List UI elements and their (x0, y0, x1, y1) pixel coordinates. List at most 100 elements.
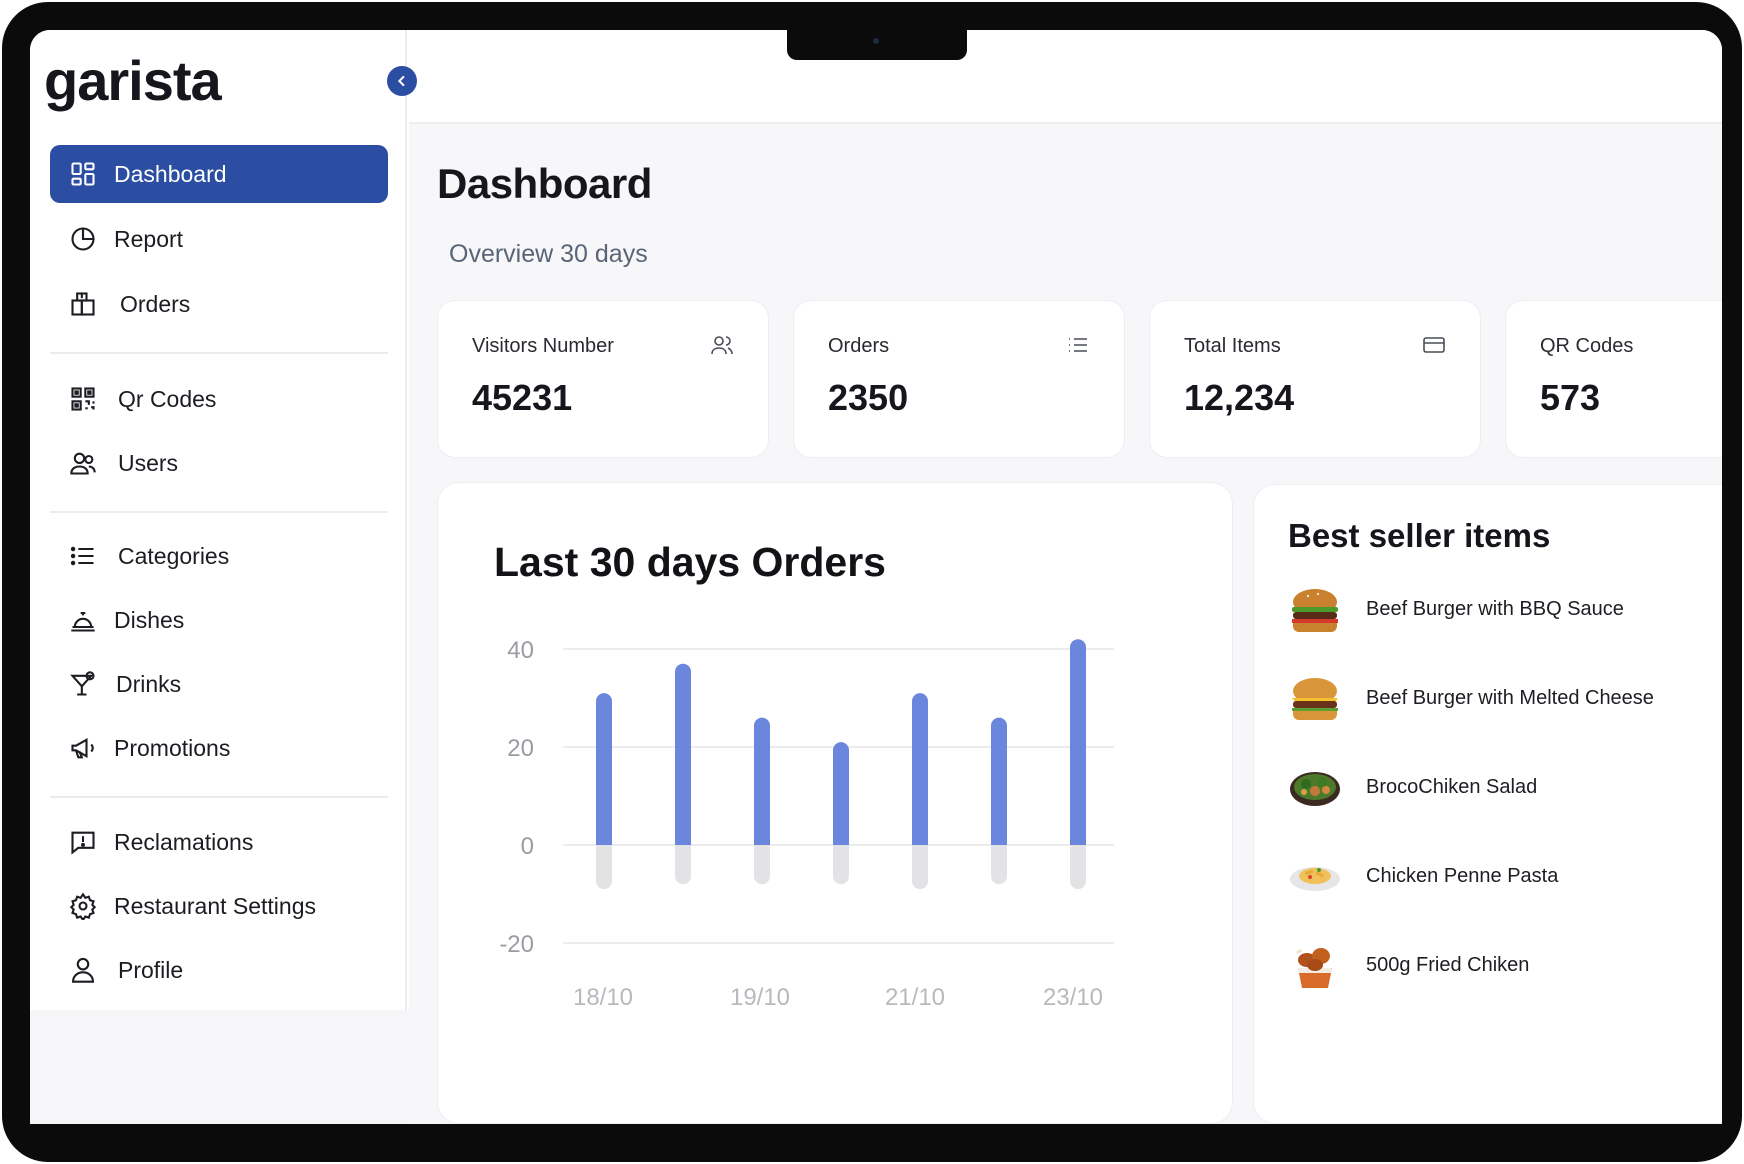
salad-image (1288, 760, 1342, 814)
sidebar-item-categories[interactable]: Categories (50, 527, 388, 585)
sidebar-item-label: Promotions (114, 734, 231, 761)
x-tick-label: 21/10 (885, 984, 945, 1011)
best-sellers-card: Best seller items Beef Burger with BBQ S… (1253, 484, 1722, 1124)
orders-chart-card: Last 30 days Orders 40 20 0 -20 18/10 19/10 21… (437, 482, 1233, 1124)
sidebar-item-promotions[interactable]: Promotions (50, 719, 388, 777)
bar-base (596, 845, 612, 853)
bar-base (675, 845, 691, 853)
sidebar-item-label: Orders (120, 290, 191, 317)
sidebar-item-dashboard[interactable]: Dashboard (50, 145, 388, 203)
orders-bar-chart: 40 20 0 -20 18/10 19/10 21/10 23/10 (499, 637, 1114, 1011)
best-seller-item[interactable]: Beef Burger with Melted Cheese (1288, 668, 1654, 728)
x-tick-label: 19/10 (730, 984, 790, 1011)
x-tick-label: 23/10 (1043, 984, 1103, 1011)
y-tick-label: 20 (507, 735, 534, 762)
orders-bar (675, 663, 691, 845)
orders-bar (1070, 639, 1086, 845)
grid-icon (68, 159, 98, 189)
gear-icon (68, 891, 98, 921)
best-seller-name: Chicken Penne Pasta (1366, 864, 1559, 887)
cocktail-icon (68, 669, 98, 699)
top-bar (409, 30, 1722, 124)
list-icon (68, 541, 98, 571)
best-seller-name: Beef Burger with Melted Cheese (1366, 686, 1654, 709)
stat-label: Visitors Number (472, 335, 614, 357)
sidebar-item-profile[interactable]: Profile (50, 941, 388, 999)
best-seller-item[interactable]: Chicken Penne Pasta (1288, 846, 1558, 906)
bar-base (754, 837, 770, 845)
y-tick-label: 0 (521, 833, 534, 860)
bar-base (991, 845, 1007, 853)
qr-code-icon (68, 384, 98, 414)
stat-card-visitors[interactable]: Visitors Number 45231 (437, 300, 769, 458)
best-seller-item[interactable]: 500g Fried Chiken (1288, 935, 1529, 995)
sidebar-item-reclamations[interactable]: Reclamations (50, 813, 388, 871)
stat-value: 2350 (828, 377, 909, 418)
list-icon (1066, 333, 1092, 359)
stat-card-qr-codes[interactable]: QR Codes 573 (1505, 300, 1722, 458)
best-seller-name: BrocoChiken Salad (1366, 775, 1538, 798)
device-frame: garista Dashboard Report Orders Qr Codes… (2, 2, 1742, 1162)
sidebar-item-label: Report (114, 225, 184, 252)
sidebar-item-drinks[interactable]: Drinks (50, 655, 388, 713)
sidebar-item-orders[interactable]: Orders (50, 275, 388, 333)
pasta-image (1288, 849, 1342, 903)
bar-base (596, 837, 612, 845)
users-icon (710, 333, 736, 359)
sidebar-item-dishes[interactable]: Dishes (50, 591, 388, 649)
orders-bar (912, 693, 928, 845)
pie-chart-icon (68, 224, 98, 254)
stat-value: 12,234 (1184, 377, 1295, 418)
sidebar-item-label: Dishes (114, 606, 185, 633)
sidebar-footer-area (30, 1010, 409, 1124)
stat-label: Orders (828, 335, 890, 357)
best-seller-item[interactable]: BrocoChiken Salad (1288, 757, 1537, 817)
page-title: Dashboard (437, 160, 652, 207)
bar-base (833, 845, 849, 853)
camera-notch (787, 30, 967, 60)
chevron-left-icon (397, 75, 405, 87)
stat-value: 573 (1540, 377, 1601, 418)
sidebar-divider (50, 511, 388, 513)
megaphone-icon (68, 733, 98, 763)
best-seller-item[interactable]: Beef Burger with BBQ Sauce (1288, 579, 1624, 639)
best-seller-name: 500g Fried Chiken (1366, 953, 1530, 976)
stat-label: QR Codes (1540, 335, 1634, 357)
bar-base (754, 845, 770, 853)
screen: garista Dashboard Report Orders Qr Codes… (30, 30, 1722, 1124)
orders-bar (991, 717, 1007, 845)
sidebar-item-label: Restaurant Settings (114, 892, 317, 919)
sidebar-item-label: Qr Codes (118, 385, 217, 412)
y-tick-label: -20 (499, 931, 534, 958)
orders-bar (833, 742, 849, 845)
sidebar-item-label: Drinks (116, 670, 182, 697)
sidebar-item-report[interactable]: Report (50, 210, 388, 268)
stat-card-orders[interactable]: Orders 2350 (793, 300, 1125, 458)
cloche-icon (68, 605, 98, 635)
bar-base (991, 837, 1007, 845)
sidebar-item-label: Categories (118, 542, 230, 569)
fried-chicken-image (1288, 938, 1342, 992)
package-icon (68, 289, 98, 319)
bar-base (1070, 837, 1086, 845)
stat-label: Total Items (1184, 335, 1281, 357)
burger-bbq-image (1288, 582, 1342, 636)
orders-bar (754, 717, 770, 845)
sidebar-item-label: Users (118, 449, 179, 476)
sidebar-item-restaurant-settings[interactable]: Restaurant Settings (50, 877, 388, 935)
message-alert-icon (68, 827, 98, 857)
stat-card-total-items[interactable]: Total Items 12,234 (1149, 300, 1481, 458)
sidebar-item-label: Dashboard (114, 160, 227, 187)
stat-value: 45231 (472, 377, 573, 418)
bar-base (1070, 845, 1086, 853)
user-icon (68, 955, 98, 985)
bar-base (912, 837, 928, 845)
page-subtitle: Overview 30 days (449, 240, 648, 268)
collapse-sidebar-button[interactable] (387, 66, 417, 96)
bar-base (912, 845, 928, 853)
sidebar-item-qr-codes[interactable]: Qr Codes (50, 370, 388, 428)
sidebar-item-users[interactable]: Users (50, 434, 388, 492)
y-tick-label: 40 (507, 637, 534, 664)
sidebar-divider (50, 796, 388, 798)
sidebar-item-label: Reclamations (114, 828, 254, 855)
